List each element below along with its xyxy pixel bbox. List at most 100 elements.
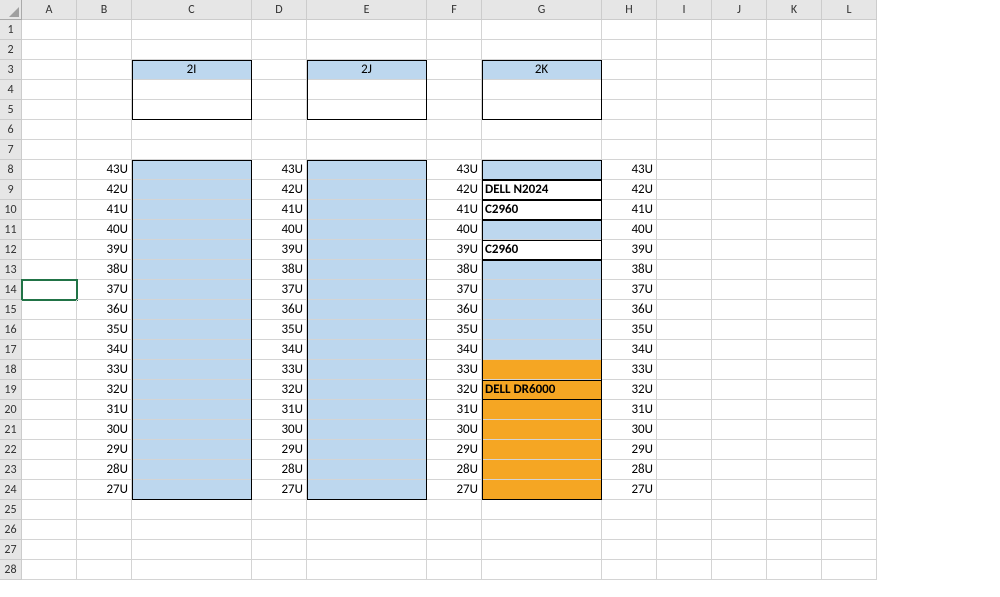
cell-K2[interactable] <box>767 40 822 60</box>
cell-A9[interactable] <box>22 180 77 200</box>
cell-K11[interactable] <box>767 220 822 240</box>
cell-E13[interactable] <box>307 260 427 280</box>
cell-E24[interactable] <box>307 480 427 500</box>
cell-A22[interactable] <box>22 440 77 460</box>
cell-G14[interactable] <box>482 280 602 300</box>
cell-B5[interactable] <box>77 100 132 120</box>
cell-B8[interactable]: 43U <box>77 160 132 180</box>
cell-J16[interactable] <box>712 320 767 340</box>
col-header-F[interactable]: F <box>427 0 482 20</box>
cell-G10[interactable]: C2960 <box>482 200 602 220</box>
cell-G6[interactable] <box>482 120 602 140</box>
cell-L14[interactable] <box>822 280 877 300</box>
cell-F16[interactable]: 35U <box>427 320 482 340</box>
cell-H21[interactable]: 30U <box>602 420 657 440</box>
cell-A10[interactable] <box>22 200 77 220</box>
cell-B2[interactable] <box>77 40 132 60</box>
cell-I15[interactable] <box>657 300 712 320</box>
col-header-I[interactable]: I <box>657 0 712 20</box>
cell-J9[interactable] <box>712 180 767 200</box>
cell-A11[interactable] <box>22 220 77 240</box>
row-header-12[interactable]: 12 <box>0 240 22 260</box>
cell-B1[interactable] <box>77 20 132 40</box>
cell-J7[interactable] <box>712 140 767 160</box>
cell-E2[interactable] <box>307 40 427 60</box>
cell-D24[interactable]: 27U <box>252 480 307 500</box>
cell-B27[interactable] <box>77 540 132 560</box>
cell-I17[interactable] <box>657 340 712 360</box>
cell-B24[interactable]: 27U <box>77 480 132 500</box>
cell-E14[interactable] <box>307 280 427 300</box>
cell-I11[interactable] <box>657 220 712 240</box>
cell-H16[interactable]: 35U <box>602 320 657 340</box>
cell-E27[interactable] <box>307 540 427 560</box>
cell-I1[interactable] <box>657 20 712 40</box>
cell-G18[interactable] <box>482 360 602 380</box>
cell-I26[interactable] <box>657 520 712 540</box>
cell-I6[interactable] <box>657 120 712 140</box>
row-header-22[interactable]: 22 <box>0 440 22 460</box>
cell-L22[interactable] <box>822 440 877 460</box>
cell-I8[interactable] <box>657 160 712 180</box>
row-header-5[interactable]: 5 <box>0 100 22 120</box>
cell-H26[interactable] <box>602 520 657 540</box>
cell-H10[interactable]: 41U <box>602 200 657 220</box>
cell-C21[interactable] <box>132 420 252 440</box>
cell-H1[interactable] <box>602 20 657 40</box>
row-header-7[interactable]: 7 <box>0 140 22 160</box>
cell-A28[interactable] <box>22 560 77 580</box>
cell-K6[interactable] <box>767 120 822 140</box>
cell-J4[interactable] <box>712 80 767 100</box>
cell-D11[interactable]: 40U <box>252 220 307 240</box>
cell-A4[interactable] <box>22 80 77 100</box>
cell-J6[interactable] <box>712 120 767 140</box>
cell-A16[interactable] <box>22 320 77 340</box>
cell-L7[interactable] <box>822 140 877 160</box>
cell-K13[interactable] <box>767 260 822 280</box>
cell-L18[interactable] <box>822 360 877 380</box>
cell-I5[interactable] <box>657 100 712 120</box>
cell-J18[interactable] <box>712 360 767 380</box>
cell-K8[interactable] <box>767 160 822 180</box>
cell-L27[interactable] <box>822 540 877 560</box>
cell-G9[interactable]: DELL N2024 <box>482 180 602 200</box>
cell-C10[interactable] <box>132 200 252 220</box>
cell-L17[interactable] <box>822 340 877 360</box>
cell-J20[interactable] <box>712 400 767 420</box>
row-header-3[interactable]: 3 <box>0 60 22 80</box>
cell-C22[interactable] <box>132 440 252 460</box>
cell-F23[interactable]: 28U <box>427 460 482 480</box>
cell-E8[interactable] <box>307 160 427 180</box>
cell-G2[interactable] <box>482 40 602 60</box>
cell-F3[interactable] <box>427 60 482 80</box>
cell-C18[interactable] <box>132 360 252 380</box>
cell-F10[interactable]: 41U <box>427 200 482 220</box>
cell-H25[interactable] <box>602 500 657 520</box>
cell-L10[interactable] <box>822 200 877 220</box>
cell-A2[interactable] <box>22 40 77 60</box>
cell-I10[interactable] <box>657 200 712 220</box>
cell-A3[interactable] <box>22 60 77 80</box>
cell-K5[interactable] <box>767 100 822 120</box>
cell-I19[interactable] <box>657 380 712 400</box>
cell-C24[interactable] <box>132 480 252 500</box>
cell-A24[interactable] <box>22 480 77 500</box>
cell-D28[interactable] <box>252 560 307 580</box>
row-header-11[interactable]: 11 <box>0 220 22 240</box>
row-header-2[interactable]: 2 <box>0 40 22 60</box>
cell-F17[interactable]: 34U <box>427 340 482 360</box>
row-header-15[interactable]: 15 <box>0 300 22 320</box>
cell-I18[interactable] <box>657 360 712 380</box>
cell-H7[interactable] <box>602 140 657 160</box>
cell-B25[interactable] <box>77 500 132 520</box>
cell-E10[interactable] <box>307 200 427 220</box>
cell-I25[interactable] <box>657 500 712 520</box>
cell-C17[interactable] <box>132 340 252 360</box>
spreadsheet-grid[interactable]: ABCDEFGHIJKL1232I2J2K4567843U43U43U43U94… <box>0 0 877 580</box>
row-header-18[interactable]: 18 <box>0 360 22 380</box>
cell-F12[interactable]: 39U <box>427 240 482 260</box>
cell-J15[interactable] <box>712 300 767 320</box>
cell-C4[interactable] <box>132 80 252 100</box>
cell-K23[interactable] <box>767 460 822 480</box>
cell-G19[interactable]: DELL DR6000 <box>482 380 602 400</box>
